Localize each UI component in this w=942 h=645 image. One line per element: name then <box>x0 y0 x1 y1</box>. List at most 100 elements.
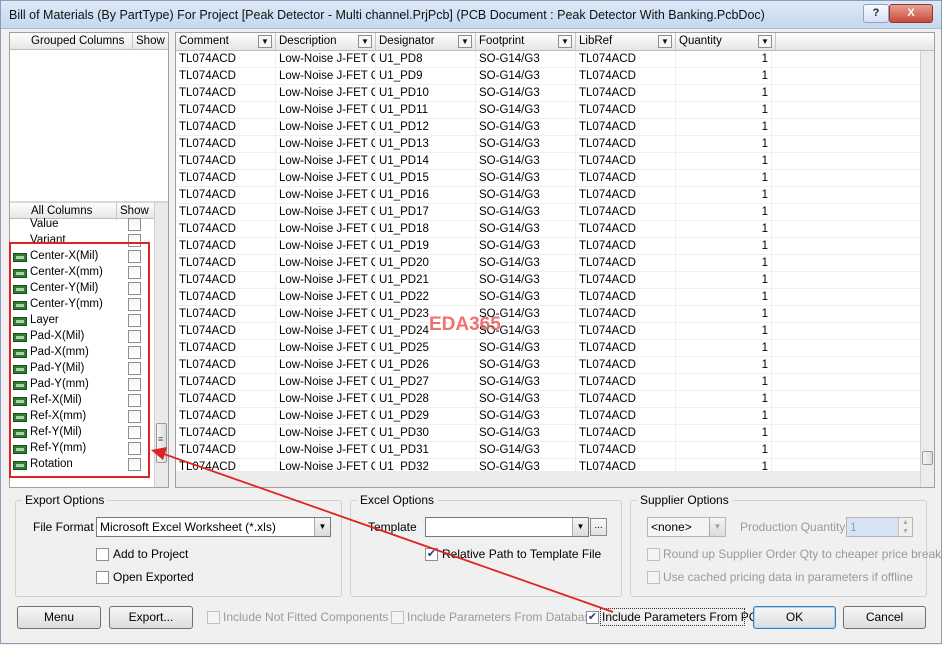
cell-description[interactable]: Low-Noise J-FET Qu <box>276 442 376 459</box>
cell-footprint[interactable]: SO-G14/G3 <box>476 187 576 204</box>
browse-template-button[interactable]: ... <box>590 518 607 536</box>
cell-designator[interactable]: U1_PD16 <box>376 187 476 204</box>
menu-button[interactable]: Menu <box>17 606 101 629</box>
cell-libref[interactable]: TL074ACD <box>576 289 676 306</box>
table-row[interactable]: TL074ACD Low-Noise J-FET Qu U1_PD16 SO-G14/… <box>176 187 920 204</box>
table-row[interactable]: TL074ACD Low-Noise J-FET Qu U1_PD14 SO-G14/… <box>176 153 920 170</box>
cell-description[interactable]: Low-Noise J-FET Qu <box>276 340 376 357</box>
table-row[interactable]: TL074ACD Low-Noise J-FET Qu U1_PD8 SO-G14/G… <box>176 51 920 68</box>
table-row[interactable]: TL074ACD Low-Noise J-FET Qu U1_PD21 SO-G14/… <box>176 272 920 289</box>
cell-quantity[interactable]: 1 <box>676 187 772 204</box>
table-row[interactable]: TL074ACD Low-Noise J-FET Qu U1_PD17 SO-G14/… <box>176 204 920 221</box>
table-row[interactable]: TL074ACD Low-Noise J-FET Qu U1_PD13 SO-G14/… <box>176 136 920 153</box>
chevron-down-icon[interactable]: ▼ <box>709 518 725 536</box>
ok-button[interactable]: OK <box>753 606 836 629</box>
column-filter-dropdown[interactable]: ▼ <box>758 35 772 48</box>
table-row[interactable]: TL074ACD Low-Noise J-FET Qu U1_PD11 SO-G14/… <box>176 102 920 119</box>
cancel-button[interactable]: Cancel <box>843 606 926 629</box>
cell-comment[interactable]: TL074ACD <box>176 340 276 357</box>
cell-comment[interactable]: TL074ACD <box>176 170 276 187</box>
cell-footprint[interactable]: SO-G14/G3 <box>476 391 576 408</box>
cell-comment[interactable]: TL074ACD <box>176 289 276 306</box>
cell-quantity[interactable]: 1 <box>676 357 772 374</box>
cell-designator[interactable]: U1_PD13 <box>376 136 476 153</box>
all-columns-scroll-thumb[interactable] <box>156 423 167 463</box>
file-format-select[interactable]: Microsoft Excel Worksheet (*.xls) ▼ <box>96 517 331 537</box>
cell-quantity[interactable]: 1 <box>676 170 772 187</box>
grid-vertical-scrollbar[interactable] <box>920 51 934 487</box>
template-select[interactable]: ▼ <box>425 517 589 537</box>
cell-libref[interactable]: TL074ACD <box>576 170 676 187</box>
include-not-fitted-checkbox[interactable] <box>207 611 220 624</box>
cell-footprint[interactable]: SO-G14/G3 <box>476 170 576 187</box>
column-filter-dropdown[interactable]: ▼ <box>558 35 572 48</box>
cell-footprint[interactable]: SO-G14/G3 <box>476 102 576 119</box>
cell-designator[interactable]: U1_PD30 <box>376 425 476 442</box>
cell-quantity[interactable]: 1 <box>676 306 772 323</box>
cell-description[interactable]: Low-Noise J-FET Qu <box>276 187 376 204</box>
cell-designator[interactable]: U1_PD22 <box>376 289 476 306</box>
cell-footprint[interactable]: SO-G14/G3 <box>476 425 576 442</box>
column-header-footprint[interactable]: Footprint ▼ <box>476 33 576 51</box>
cell-footprint[interactable]: SO-G14/G3 <box>476 340 576 357</box>
cell-comment[interactable]: TL074ACD <box>176 374 276 391</box>
cached-pricing-label[interactable]: Use cached pricing data in parameters if… <box>663 570 913 584</box>
cell-libref[interactable]: TL074ACD <box>576 85 676 102</box>
cell-quantity[interactable]: 1 <box>676 391 772 408</box>
cell-libref[interactable]: TL074ACD <box>576 306 676 323</box>
cell-footprint[interactable]: SO-G14/G3 <box>476 374 576 391</box>
add-to-project-checkbox[interactable] <box>96 548 109 561</box>
cell-quantity[interactable]: 1 <box>676 153 772 170</box>
cell-libref[interactable]: TL074ACD <box>576 238 676 255</box>
cell-comment[interactable]: TL074ACD <box>176 357 276 374</box>
cell-footprint[interactable]: SO-G14/G3 <box>476 136 576 153</box>
cell-footprint[interactable]: SO-G14/G3 <box>476 153 576 170</box>
chevron-down-icon[interactable]: ▼ <box>314 518 330 536</box>
cell-comment[interactable]: TL074ACD <box>176 408 276 425</box>
table-row[interactable]: TL074ACD Low-Noise J-FET Qu U1_PD31 SO-G14/… <box>176 442 920 459</box>
column-header-libref[interactable]: LibRef ▼ <box>576 33 676 51</box>
cell-comment[interactable]: TL074ACD <box>176 68 276 85</box>
cell-designator[interactable]: U1_PD8 <box>376 51 476 68</box>
cell-designator[interactable]: U1_PD17 <box>376 204 476 221</box>
cell-description[interactable]: Low-Noise J-FET Qu <box>276 102 376 119</box>
cell-quantity[interactable]: 1 <box>676 323 772 340</box>
column-show-checkbox[interactable] <box>128 218 141 231</box>
cell-libref[interactable]: TL074ACD <box>576 51 676 68</box>
cell-quantity[interactable]: 1 <box>676 374 772 391</box>
cell-footprint[interactable]: SO-G14/G3 <box>476 221 576 238</box>
grid-horizontal-scrollbar[interactable] <box>176 471 920 487</box>
cell-comment[interactable]: TL074ACD <box>176 255 276 272</box>
table-row[interactable]: TL074ACD Low-Noise J-FET Qu U1_PD30 SO-G14/… <box>176 425 920 442</box>
cell-description[interactable]: Low-Noise J-FET Qu <box>276 119 376 136</box>
table-row[interactable]: TL074ACD Low-Noise J-FET Qu U1_PD29 SO-G14/… <box>176 408 920 425</box>
cell-libref[interactable]: TL074ACD <box>576 340 676 357</box>
cell-comment[interactable]: TL074ACD <box>176 391 276 408</box>
column-header-quantity[interactable]: Quantity ▼ <box>676 33 776 51</box>
cell-description[interactable]: Low-Noise J-FET Qu <box>276 408 376 425</box>
cell-footprint[interactable]: SO-G14/G3 <box>476 255 576 272</box>
cell-designator[interactable]: U1_PD15 <box>376 170 476 187</box>
grid-scroll-thumb[interactable] <box>922 451 933 465</box>
table-row[interactable]: TL074ACD Low-Noise J-FET Qu U1_PD10 SO-G14/… <box>176 85 920 102</box>
cell-comment[interactable]: TL074ACD <box>176 221 276 238</box>
open-exported-checkbox[interactable] <box>96 571 109 584</box>
cell-libref[interactable]: TL074ACD <box>576 153 676 170</box>
cell-description[interactable]: Low-Noise J-FET Qu <box>276 323 376 340</box>
cell-designator[interactable]: U1_PD31 <box>376 442 476 459</box>
spin-arrows-icon[interactable]: ▲ ▼ <box>898 518 912 536</box>
cell-footprint[interactable]: SO-G14/G3 <box>476 238 576 255</box>
grouped-columns-heading[interactable]: Grouped Columns <box>28 33 133 50</box>
column-header-designator[interactable]: Designator ▼ <box>376 33 476 51</box>
cell-footprint[interactable]: SO-G14/G3 <box>476 85 576 102</box>
table-row[interactable]: TL074ACD Low-Noise J-FET Qu U1_PD12 SO-G14/… <box>176 119 920 136</box>
cell-quantity[interactable]: 1 <box>676 340 772 357</box>
cell-quantity[interactable]: 1 <box>676 408 772 425</box>
cell-designator[interactable]: U1_PD28 <box>376 391 476 408</box>
table-row[interactable]: TL074ACD Low-Noise J-FET Qu U1_PD22 SO-G14/… <box>176 289 920 306</box>
column-header-comment[interactable]: Comment ▼ <box>176 33 276 51</box>
cell-description[interactable]: Low-Noise J-FET Qu <box>276 51 376 68</box>
cell-designator[interactable]: U1_PD21 <box>376 272 476 289</box>
cell-comment[interactable]: TL074ACD <box>176 204 276 221</box>
table-row[interactable]: TL074ACD Low-Noise J-FET Qu U1_PD18 SO-G14/… <box>176 221 920 238</box>
